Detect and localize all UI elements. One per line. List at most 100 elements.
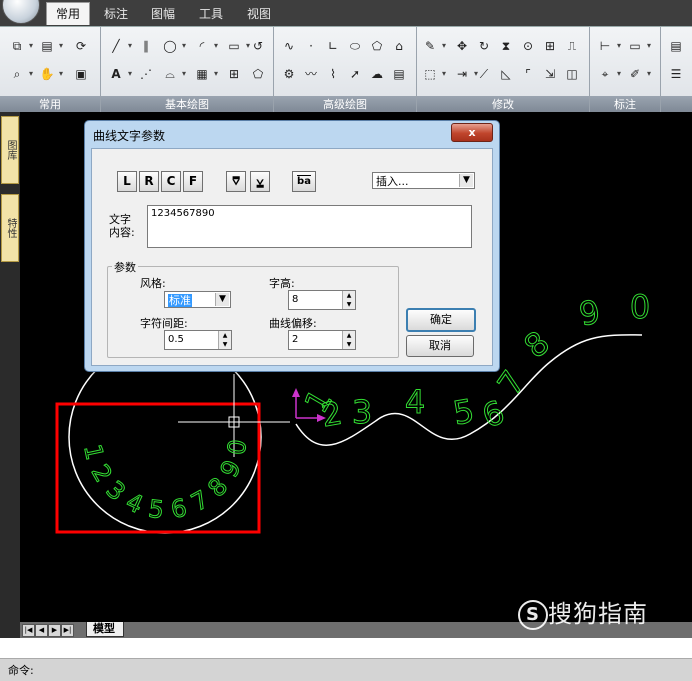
angle-icon[interactable]: ∟ [324, 37, 342, 55]
spacing-spinner[interactable]: 0.5 ▲ ▼ [164, 330, 232, 350]
polygon-icon[interactable]: ⬠ [368, 37, 386, 55]
sidebar-tab-library[interactable]: 图库 [1, 116, 19, 184]
extend-icon[interactable]: ⇥ [453, 65, 478, 83]
cloud-icon[interactable]: ☁ [368, 65, 386, 83]
prev-layout-button[interactable]: ◀ [35, 624, 48, 637]
curve-char: 9 [576, 293, 603, 334]
offset-spinner[interactable]: 2 ▲ ▼ [288, 330, 356, 350]
sidebar-tab-properties[interactable]: 特性 [1, 194, 19, 262]
params-legend: 参数 [112, 259, 138, 275]
zoom-icon[interactable]: ⌕ [8, 65, 33, 83]
panel-basic-draw: ╱ ∥ ◯ ◜ ▭ ↺ A ⋰ ⌓ ▦ ⊞ ⬠ 基本绘图 [101, 27, 274, 113]
panel-title-modify: 修改 [417, 96, 589, 113]
point-icon[interactable]: · [302, 37, 320, 55]
circle-icon[interactable]: ◯ [161, 37, 186, 55]
arrow-icon[interactable]: ➚ [346, 65, 364, 83]
insert-select-value: 插入... [376, 175, 409, 188]
content-textarea[interactable]: 1234567890 [147, 205, 472, 248]
mirror-icon[interactable]: ⧗ [497, 37, 515, 55]
flip-text-button[interactable]: ba [292, 171, 316, 192]
spin-arrows-icon[interactable]: ▲ ▼ [218, 331, 231, 349]
model-tab[interactable]: 模型 [86, 622, 124, 637]
hatch-icon[interactable]: ▦ [193, 65, 218, 83]
move-icon[interactable]: ✥ [453, 37, 471, 55]
pattern-icon[interactable]: ⌓ [161, 65, 186, 83]
image-icon[interactable]: ⬠ [249, 65, 267, 83]
arc-icon[interactable]: ◜ [193, 37, 218, 55]
ok-button[interactable]: 确定 [406, 308, 476, 332]
curve-char: 6 [477, 393, 509, 436]
height-label: 字高: [269, 277, 295, 290]
spin-arrows-icon[interactable]: ▲ ▼ [342, 291, 355, 309]
spline-icon[interactable]: ∿ [280, 37, 298, 55]
scale-icon[interactable]: ⊙ [519, 37, 537, 55]
parallel-line-icon[interactable]: ∥ [137, 37, 155, 55]
circle-char: 9 [215, 456, 247, 482]
stretch-icon[interactable]: ⇲ [541, 65, 559, 83]
align-center-button[interactable]: C [161, 171, 181, 192]
first-layout-button[interactable]: |◀ [22, 624, 35, 637]
chevron-down-icon: ▼ [459, 174, 473, 187]
break-icon[interactable]: ⟋ [475, 65, 493, 83]
content-label: 文字 内容: [109, 213, 135, 239]
text-above-curve-icon[interactable]: ⩢ [226, 171, 246, 192]
tab-tools[interactable]: 工具 [197, 3, 225, 25]
tolerance-icon[interactable]: ⌖ [596, 65, 621, 83]
paste-icon[interactable]: ▤ [38, 37, 63, 55]
chamfer-icon[interactable]: ⌜ [519, 65, 537, 83]
circle-char: 4 [122, 487, 148, 519]
rotate-icon[interactable]: ↻ [475, 37, 493, 55]
ellipse-icon[interactable]: ⬭ [346, 37, 364, 55]
trim-icon[interactable]: ⬚ [421, 65, 446, 83]
gear-icon[interactable]: ⚙ [280, 65, 298, 83]
dialog-close-button[interactable]: x [451, 123, 493, 142]
erase-icon[interactable]: ✎ [421, 37, 446, 55]
watermark-brand: 搜狗指南 [548, 600, 648, 628]
app-menu-button[interactable] [2, 0, 40, 24]
tab-common[interactable]: 常用 [46, 2, 91, 25]
centerline-icon[interactable]: ⋰ [137, 65, 155, 83]
menu-icon[interactable]: ☰ [667, 65, 685, 83]
circle-char: 5 [147, 495, 166, 525]
align-fit-button[interactable]: F [183, 171, 203, 192]
table-icon[interactable]: ▤ [390, 65, 408, 83]
rectangle-icon[interactable]: ▭ [225, 37, 250, 55]
refresh-icon[interactable]: ⟳ [72, 37, 90, 55]
spin-arrows-icon[interactable]: ▲ ▼ [342, 331, 355, 349]
line-icon[interactable]: ╱ [107, 37, 132, 55]
layer-icon[interactable]: ▤ [667, 37, 685, 55]
symbol-icon[interactable]: ⌂ [390, 37, 408, 55]
tab-dimension[interactable]: 标注 [102, 3, 130, 25]
block-icon[interactable]: ⊞ [225, 65, 243, 83]
text-icon[interactable]: A [107, 65, 132, 83]
array-icon[interactable]: ⊞ [541, 37, 559, 55]
polyline-icon[interactable]: ↺ [249, 37, 267, 55]
last-layout-button[interactable]: ▶| [61, 624, 74, 637]
linear-dimension-icon[interactable]: ⊢ [596, 37, 621, 55]
wave-icon[interactable]: 〰 [302, 65, 320, 83]
explode-icon[interactable]: ◫ [563, 65, 581, 83]
command-prompt[interactable]: 命令: [8, 662, 34, 678]
offset-icon[interactable]: ⎍ [563, 37, 581, 55]
insert-select[interactable]: 插入... ▼ [372, 172, 475, 189]
align-left-button[interactable]: L [117, 171, 137, 192]
panel-advanced-draw: ∿ · ∟ ⬭ ⬠ ⌂ ⚙ 〰 ⌇ ➚ ☁ ▤ 高级绘图 [274, 27, 417, 113]
fillet-icon[interactable]: ◺ [497, 65, 515, 83]
leader-icon[interactable]: ✐ [626, 65, 651, 83]
copy-icon[interactable]: ⧉ [8, 37, 33, 55]
ribbon-tab-bar: 常用 标注 图幅 工具 视图 [0, 0, 692, 26]
next-layout-button[interactable]: ▶ [48, 624, 61, 637]
text-below-curve-icon[interactable]: ⩣ [250, 171, 270, 192]
tab-frame[interactable]: 图幅 [149, 3, 177, 25]
curve-char: 8 [517, 323, 557, 365]
properties-icon[interactable]: ▣ [72, 65, 90, 83]
style-select[interactable]: 标准 ▼ [164, 291, 231, 308]
dimension-style-icon[interactable]: ▭ [626, 37, 651, 55]
panel-title-extra [661, 96, 692, 113]
align-right-button[interactable]: R [139, 171, 159, 192]
pan-icon[interactable]: ✋ [38, 65, 63, 83]
breakline-icon[interactable]: ⌇ [324, 65, 342, 83]
height-spinner[interactable]: 8 ▲ ▼ [288, 290, 356, 310]
tab-view[interactable]: 视图 [245, 3, 273, 25]
cancel-button[interactable]: 取消 [406, 335, 474, 357]
